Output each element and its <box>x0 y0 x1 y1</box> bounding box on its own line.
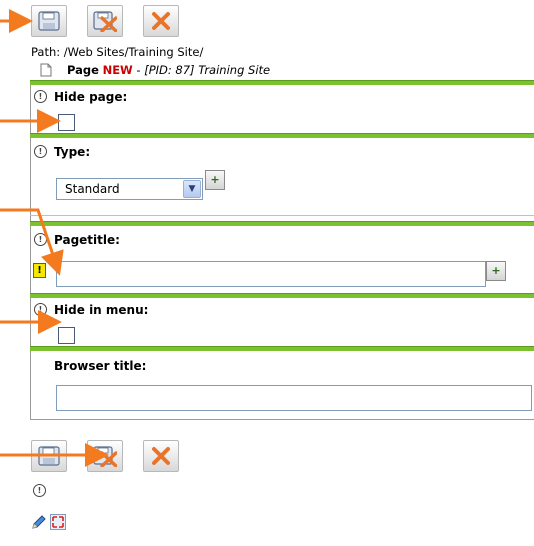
annotation-arrows <box>0 9 109 467</box>
annotation-arrow <box>0 208 64 276</box>
